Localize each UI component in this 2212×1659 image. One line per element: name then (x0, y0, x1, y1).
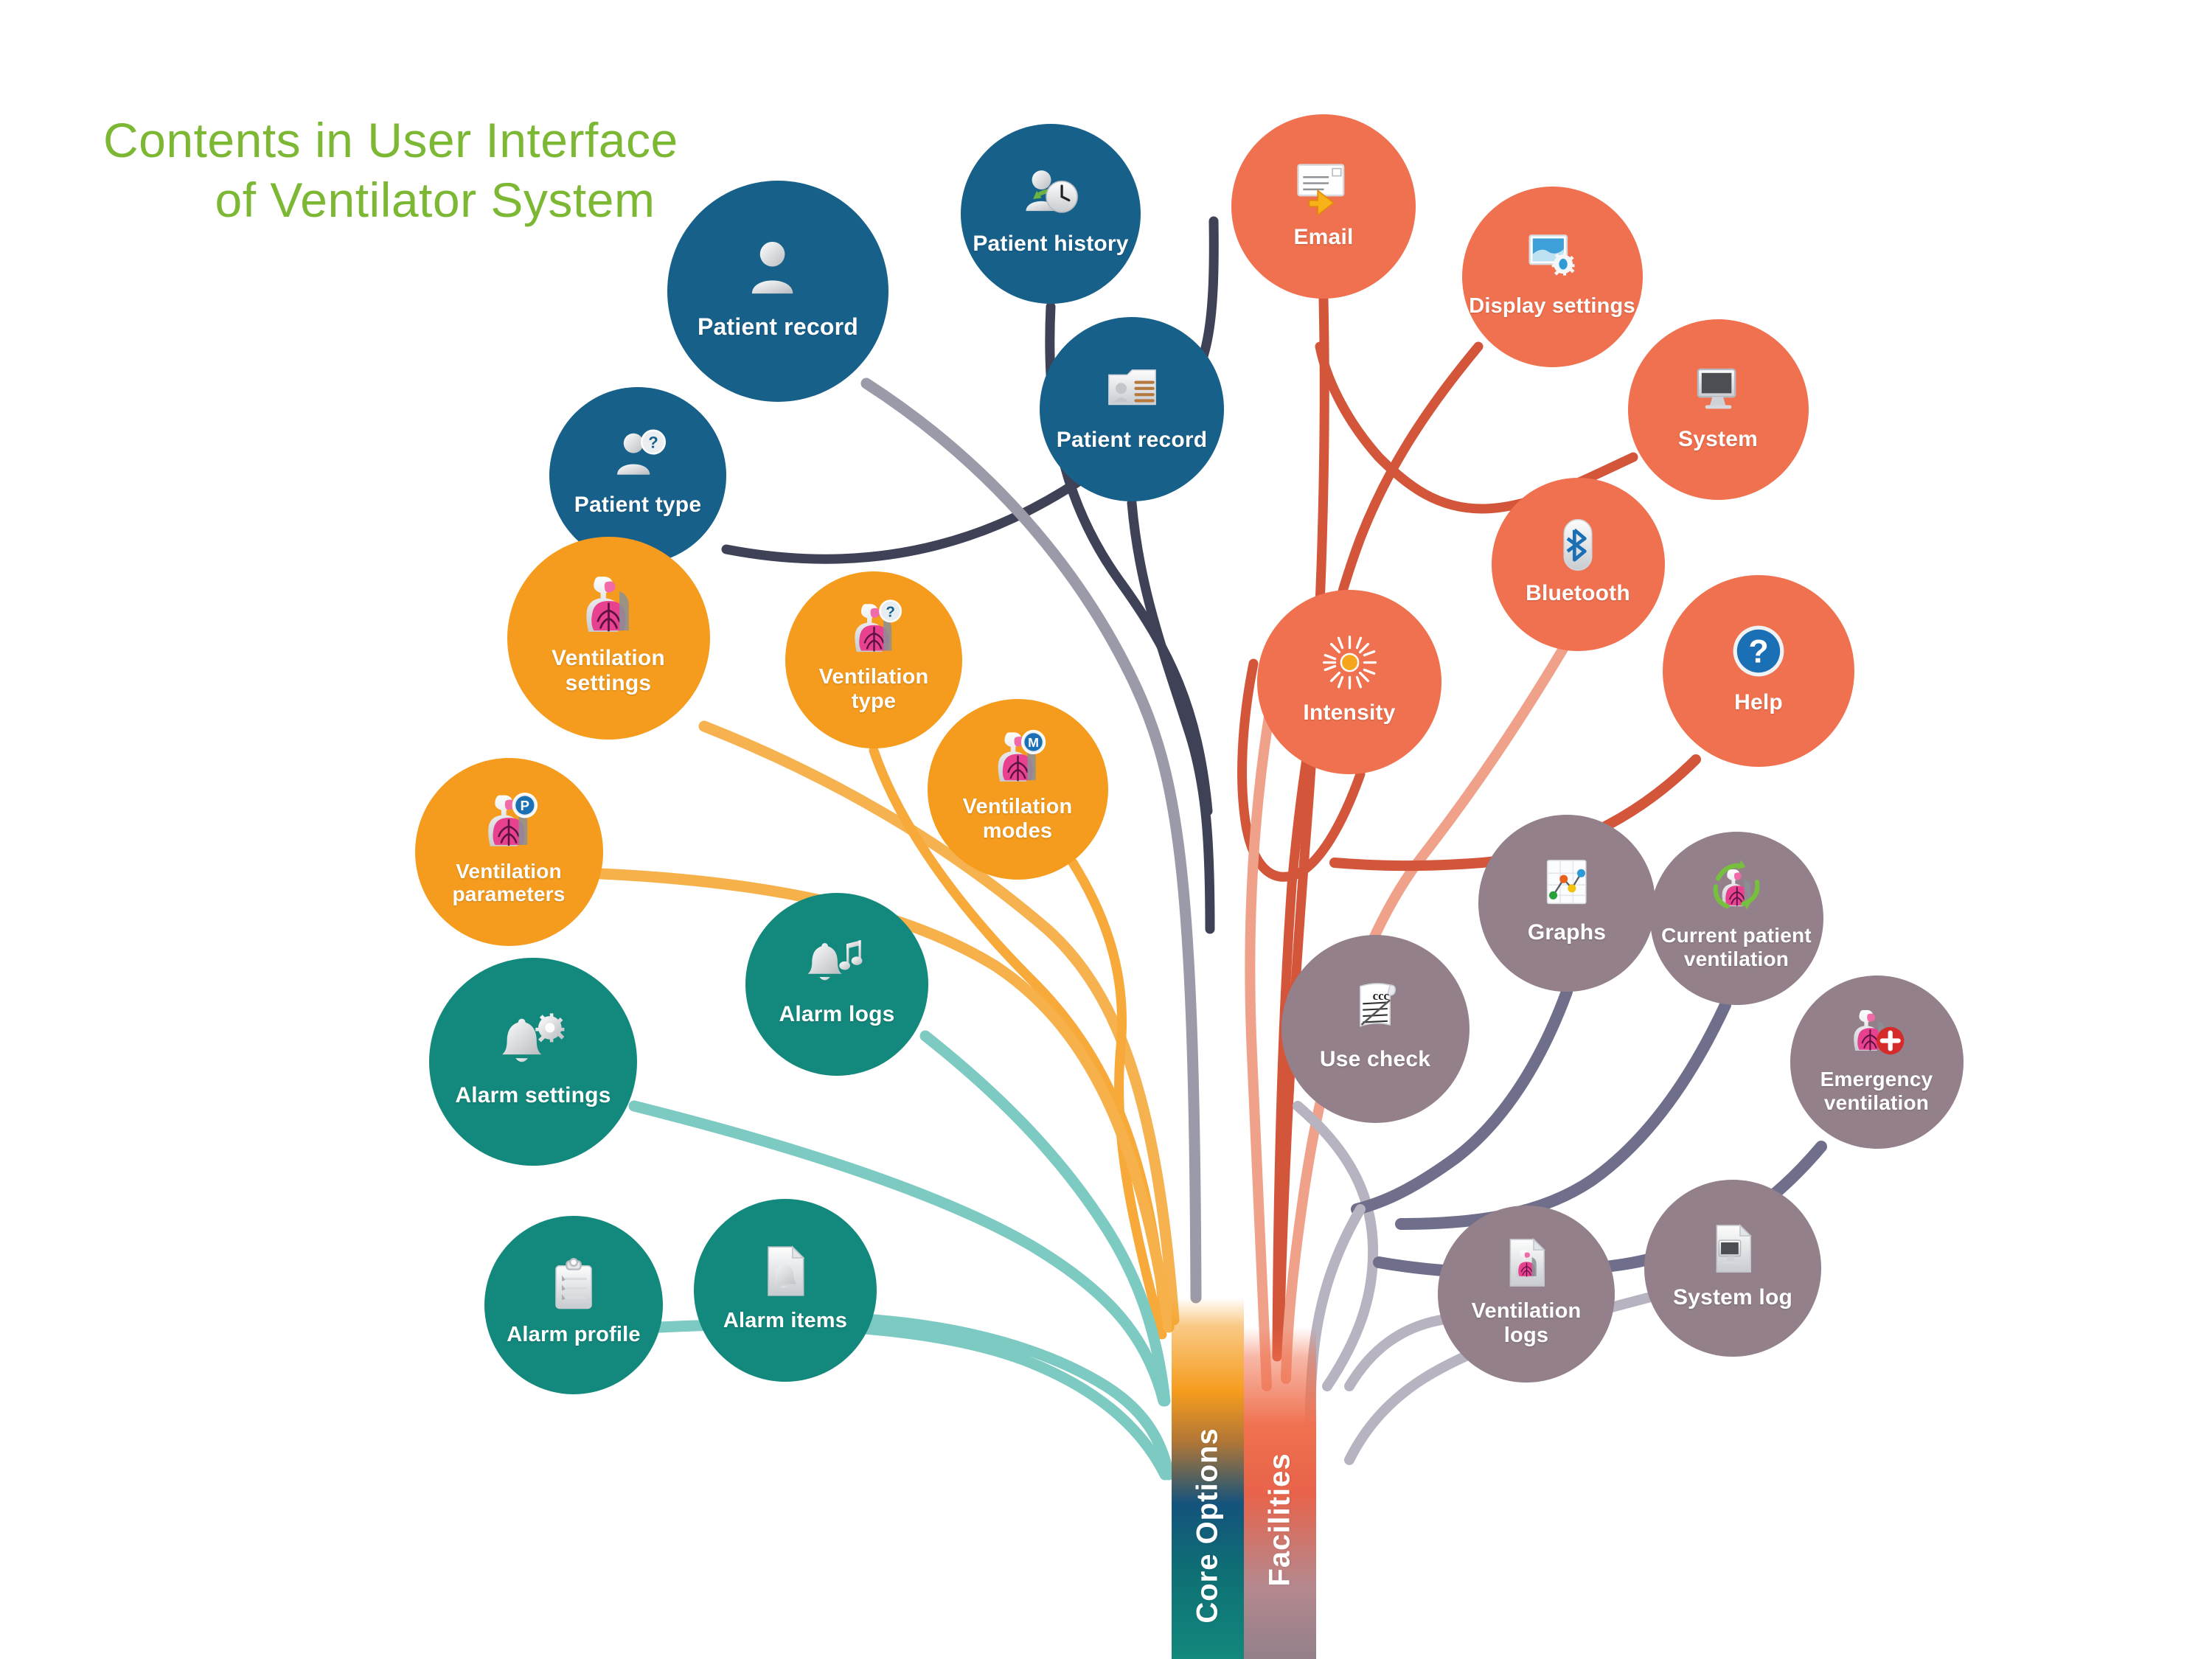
node-label-graphs: Graphs (1527, 919, 1607, 945)
node-label-patient-type: Patient type (574, 492, 702, 517)
node-system-log[interactable]: System log (1644, 1180, 1821, 1357)
trunk-facilities[interactable]: Facilities (1244, 1327, 1316, 1659)
node-alarm-logs[interactable]: Alarm logs (745, 893, 928, 1076)
node-label-current-patient-vent: Current patient ventilation (1661, 924, 1812, 970)
node-label-patient-record-1: Patient record (698, 313, 858, 340)
lungs-m-icon: M (988, 728, 1048, 787)
bell-gear-icon (499, 1007, 568, 1076)
doc-bell-icon (755, 1241, 815, 1301)
receipt-icon: ccc (1344, 978, 1406, 1040)
svg-text:ccc: ccc (1373, 989, 1390, 1003)
trunk-facilities-label: Facilities (1263, 1453, 1296, 1587)
monitor-gear-icon (1523, 227, 1582, 287)
node-label-emergency-vent: Emergency ventilation (1820, 1068, 1933, 1114)
node-patient-record-2[interactable]: Patient record (1040, 317, 1224, 501)
node-label-alarm-logs: Alarm logs (779, 1002, 895, 1027)
svg-text:?: ? (648, 433, 658, 451)
person-question-icon: ? (609, 427, 667, 485)
node-label-display-settings: Display settings (1469, 294, 1635, 319)
trunk-core-options-label: Core Options (1191, 1427, 1224, 1624)
lungs-icon (575, 571, 642, 639)
branch-intensity-trunk (1245, 673, 1281, 1391)
brightness-icon (1319, 632, 1380, 693)
doc-monitor-icon (1704, 1220, 1762, 1278)
node-ventilation-params[interactable]: P Ventilation parameters (414, 757, 603, 946)
node-graphs[interactable]: Graphs (1478, 815, 1655, 992)
node-system[interactable]: System (1627, 319, 1809, 500)
infographic-canvas: Contents in User Interface of Ventilator… (0, 0, 2212, 1659)
node-alarm-items[interactable]: Alarm items (694, 1199, 877, 1382)
svg-text:?: ? (1748, 634, 1768, 670)
node-label-patient-history: Patient history (973, 231, 1129, 256)
node-label-system: System (1678, 426, 1758, 451)
node-ventilation-type[interactable]: ? Ventilation type (785, 571, 962, 748)
node-emergency-vent[interactable]: Emergency ventilation (1790, 975, 1964, 1149)
node-ventilation-settings[interactable]: Ventilation settings (507, 536, 710, 740)
node-alarm-settings[interactable]: Alarm settings (429, 958, 637, 1166)
node-label-ventilation-params: Ventilation parameters (452, 859, 566, 905)
line-chart-icon (1538, 855, 1596, 913)
node-label-system-log: System log (1672, 1284, 1793, 1310)
bell-music-icon (807, 934, 867, 995)
node-display-settings[interactable]: Display settings (1461, 186, 1643, 367)
svg-text:P: P (521, 798, 529, 813)
lungs-question-icon: ? (845, 599, 903, 658)
node-label-ventilation-modes: Ventilation modes (962, 795, 1073, 843)
node-alarm-profile[interactable]: Alarm profile (484, 1216, 663, 1394)
node-patient-record-1[interactable]: Patient record (667, 181, 888, 402)
clipboard-icon (544, 1256, 603, 1315)
lungs-plus-icon (1848, 1003, 1905, 1060)
node-ventilation-logs[interactable]: Ventilation logs (1438, 1206, 1615, 1382)
node-label-alarm-settings: Alarm settings (455, 1083, 611, 1108)
node-label-ventilation-settings: Ventilation settings (552, 646, 665, 695)
node-patient-history[interactable]: Patient history (961, 124, 1141, 304)
doc-lungs-icon (1498, 1234, 1556, 1292)
person-icon (742, 234, 815, 307)
svg-text:?: ? (886, 604, 895, 621)
node-label-ventilation-type: Ventilation type (818, 665, 929, 713)
lungs-p-icon: P (478, 790, 540, 852)
email-send-icon (1293, 156, 1354, 218)
monitor-icon (1688, 360, 1748, 420)
node-intensity[interactable]: Intensity (1257, 590, 1441, 774)
node-label-use-check: Use check (1319, 1047, 1431, 1072)
node-email[interactable]: Email (1231, 114, 1416, 299)
node-patient-type[interactable]: ? Patient type (549, 387, 726, 564)
node-ventilation-modes[interactable]: M Ventilation modes (927, 698, 1108, 880)
node-label-patient-record-2: Patient record (1056, 427, 1208, 452)
node-label-help: Help (1734, 690, 1783, 715)
id-card-icon (1102, 359, 1163, 420)
node-bluetooth[interactable]: Bluetooth (1491, 477, 1665, 651)
node-label-alarm-profile: Alarm profile (507, 1322, 641, 1346)
bluetooth-icon (1549, 516, 1607, 574)
person-clock-icon (1021, 164, 1081, 224)
node-label-intensity: Intensity (1303, 700, 1396, 725)
node-label-email: Email (1293, 224, 1354, 249)
node-current-patient-vent[interactable]: Current patient ventilation (1649, 831, 1823, 1005)
branch-alarm-items (868, 1314, 1175, 1481)
node-use-check[interactable]: ccc Use check (1281, 934, 1470, 1123)
node-label-ventilation-logs: Ventilation logs (1471, 1299, 1582, 1347)
node-help[interactable]: ? Help (1663, 575, 1854, 767)
node-label-bluetooth: Bluetooth (1526, 580, 1630, 605)
trunk-core-options[interactable]: Core Options (1172, 1298, 1244, 1659)
lungs-cycle-icon (1708, 859, 1765, 917)
branch-ventilation-modes (1068, 858, 1167, 1340)
question-circle-icon: ? (1727, 619, 1790, 683)
svg-text:M: M (1028, 735, 1039, 750)
node-label-alarm-items: Alarm items (723, 1308, 848, 1332)
